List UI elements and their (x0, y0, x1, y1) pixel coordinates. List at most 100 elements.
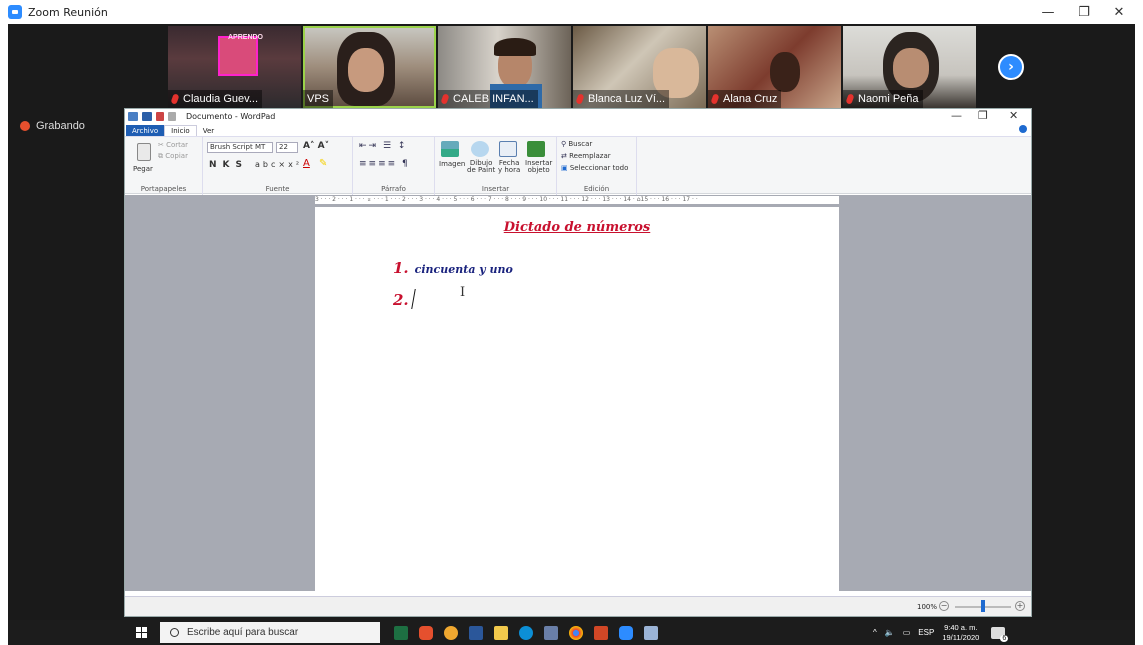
notifications-icon[interactable]: 6 (991, 626, 1009, 642)
wordpad-taskbar-icon[interactable] (644, 626, 658, 640)
wordpad-window-title: Documento - WordPad (186, 112, 276, 121)
recording-dot-icon (20, 121, 30, 131)
insert-date-button[interactable]: Fecha y hora (498, 160, 520, 174)
edge-icon[interactable] (519, 626, 533, 640)
redo-icon[interactable] (168, 112, 176, 121)
file-explorer-icon[interactable] (494, 626, 508, 640)
battery-icon[interactable]: ▭ (903, 628, 911, 637)
edit-group-label: Edición (583, 185, 610, 193)
word-icon[interactable] (469, 626, 483, 640)
chrome-icon[interactable] (569, 626, 583, 640)
participant-tile[interactable]: Naomi Peña (843, 26, 976, 108)
image-icon[interactable] (441, 141, 459, 157)
zoom-meeting-area: APRENDO Claudia Guev... VPS CALEB INFAN.… (8, 24, 1135, 645)
wordpad-minimize-icon[interactable]: — (951, 109, 962, 122)
participant-tile[interactable]: Alana Cruz (708, 26, 841, 108)
font-family-select[interactable]: Brush Script MT (207, 142, 273, 153)
item-text: cincuenta y uno (414, 263, 513, 276)
powerpoint-icon[interactable] (594, 626, 608, 640)
participant-name-label: Naomi Peña (843, 90, 923, 108)
windows-logo-pane (136, 633, 141, 638)
tab-inicio[interactable]: Inicio (164, 125, 197, 136)
taskbar-search-box[interactable]: Escribe aquí para buscar (160, 622, 380, 643)
insert-group: Imagen Dibujo de Paint Fecha y hora Insert… (435, 137, 557, 195)
help-icon[interactable] (1019, 125, 1027, 133)
font-size-select[interactable]: 22 (276, 142, 298, 153)
participant-tile[interactable]: CALEB INFAN... (438, 26, 571, 108)
paragraph-group-label: Párrafo (381, 185, 406, 193)
app-icon-bottle[interactable] (544, 626, 558, 640)
indent-list-buttons[interactable]: ⇤⇥ ☰ ↕ (359, 141, 407, 151)
participant-tile[interactable]: APRENDO Claudia Guev... (168, 26, 301, 108)
clipboard-group-label: Portapapeles (140, 185, 187, 193)
participant-hair (494, 38, 536, 56)
status-bar: 100% − + (125, 596, 1031, 616)
participant-tile-active[interactable]: VPS (303, 26, 436, 108)
zoom-out-icon[interactable]: − (939, 601, 949, 611)
poster-image (218, 36, 258, 76)
wordpad-window: Documento - WordPad — ❐ ✕ Archivo Inicio… (124, 108, 1032, 617)
format-buttons[interactable]: NKS (209, 160, 248, 170)
cut-button[interactable]: ✂ Cortar (158, 141, 188, 149)
app-icon-orange[interactable] (419, 626, 433, 640)
font-color-icon[interactable]: A (303, 158, 310, 169)
windows-start-icon[interactable] (136, 627, 147, 638)
select-all-button[interactable]: ▣ Seleccionar todo (561, 164, 628, 172)
replace-icon: ⇄ (561, 152, 567, 160)
insert-paint-button[interactable]: Dibujo de Paint (467, 160, 495, 174)
edit-group: ⚲ Buscar ⇄ Reemplazar ▣ Seleccionar todo… (557, 137, 637, 195)
recording-indicator: Grabando (20, 120, 85, 132)
wordpad-restore-icon[interactable]: ❐ (978, 109, 988, 122)
zoom-taskbar-icon[interactable] (619, 626, 633, 640)
undo-icon[interactable] (156, 112, 164, 121)
wordpad-close-icon[interactable]: ✕ (1009, 109, 1018, 122)
find-button[interactable]: ⚲ Buscar (561, 140, 592, 148)
tab-archivo[interactable]: Archivo (126, 125, 165, 136)
copy-button[interactable]: ⧉ Copiar (158, 152, 188, 161)
ribbon-tabs: Archivo Inicio Ver (125, 124, 1031, 136)
participant-tile[interactable]: Blanca Luz Ví... (573, 26, 706, 108)
excel-icon[interactable] (394, 626, 408, 640)
close-icon[interactable]: ✕ (1104, 0, 1134, 24)
paste-button[interactable]: Pegar (133, 165, 153, 173)
muted-mic-icon (575, 93, 585, 105)
script-buttons[interactable]: abc×x² (255, 160, 302, 169)
restore-icon[interactable]: ❐ (1069, 0, 1099, 24)
chevron-right-icon: › (1008, 59, 1014, 75)
save-icon[interactable] (142, 112, 152, 121)
document-title: Dictado de números (503, 220, 651, 235)
minimize-icon[interactable]: — (1033, 0, 1063, 24)
align-buttons[interactable]: ≡≡≡≡ ¶ (359, 159, 410, 169)
volume-icon[interactable]: 🔈 (885, 628, 895, 637)
tab-ver[interactable]: Ver (197, 125, 220, 136)
zoom-slider-thumb[interactable] (981, 600, 985, 612)
clipboard-group: Pegar ✂ Cortar ⧉ Copiar Portapapeles (125, 137, 203, 195)
language-indicator[interactable]: ESP (918, 628, 934, 637)
calendar-icon[interactable] (499, 141, 517, 157)
wordpad-title-bar: Documento - WordPad — ❐ ✕ (125, 109, 1031, 124)
paint-icon[interactable] (471, 141, 489, 157)
highlight-icon[interactable]: ✎ (319, 158, 327, 169)
zoom-window: Zoom Reunión — ❐ ✕ APRENDO Claudia Guev.… (0, 0, 1143, 645)
insert-object-button[interactable]: Insertar objeto (525, 160, 552, 174)
clock-date: 19/11/2020 (942, 632, 980, 642)
paste-icon[interactable] (137, 143, 151, 161)
zoom-in-icon[interactable]: + (1015, 601, 1025, 611)
participant-name-label: CALEB INFAN... (438, 90, 538, 108)
document-canvas: 3 · · · 2 · · · 1 · · · ⌅ · · · 1 · · · … (125, 195, 1031, 591)
app-icon-hand[interactable] (444, 626, 458, 640)
participant-name: VPS (307, 93, 330, 105)
replace-button[interactable]: ⇄ Reemplazar (561, 152, 611, 160)
clock[interactable]: 9:40 a. m. 19/11/2020 (942, 623, 979, 643)
insert-image-button[interactable]: Imagen (439, 160, 465, 168)
insert-object-label-2: objeto (527, 166, 550, 174)
next-participants-button[interactable]: › (998, 54, 1024, 80)
ribbon: Pegar ✂ Cortar ⧉ Copiar Portapapeles Bru… (125, 136, 1031, 195)
notification-count: 6 (1000, 634, 1009, 642)
chevron-up-icon[interactable]: ^ (873, 628, 877, 637)
document-page[interactable]: Dictado de números 1. cincuenta y uno 2. … (315, 207, 839, 591)
grow-font-button[interactable]: A˄ A˅ (303, 141, 329, 151)
object-icon[interactable] (527, 141, 545, 157)
ruler[interactable]: 3 · · · 2 · · · 1 · · · ⌅ · · · 1 · · · … (315, 196, 839, 204)
select-all-label: Seleccionar todo (569, 164, 629, 172)
